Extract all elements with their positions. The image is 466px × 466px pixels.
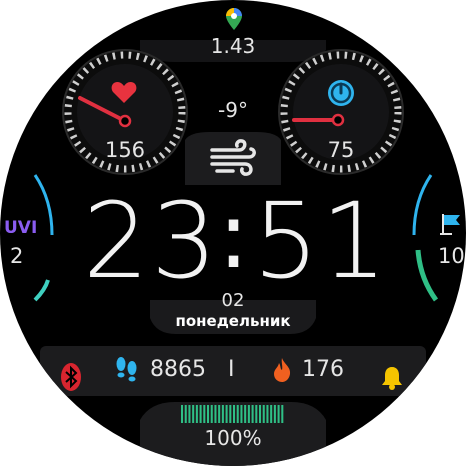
battery-segment — [181, 405, 184, 423]
right-arc-cyan — [412, 174, 433, 236]
bluetooth-icon[interactable] — [60, 362, 82, 392]
battery-segment — [203, 405, 206, 423]
battery-segment — [281, 405, 284, 423]
heart-icon — [111, 80, 137, 104]
date-weekday: понедельник — [175, 312, 291, 330]
battery-segment — [255, 405, 258, 423]
stress-icon — [326, 78, 356, 108]
battery-segment — [207, 405, 210, 423]
battery-segment — [244, 405, 247, 423]
right-complication-value: 10 — [438, 244, 465, 268]
battery-segment — [270, 405, 273, 423]
right-arc-green — [415, 249, 439, 302]
battery-segment — [240, 405, 243, 423]
flag-icon — [440, 212, 462, 236]
battery-segment — [195, 405, 198, 423]
watch-face: 1.43 156 -9° 75 UVI 2 10 23: 51 02 поне… — [0, 0, 466, 466]
battery-segment — [214, 405, 217, 423]
battery-segment — [259, 405, 262, 423]
battery-segment — [236, 405, 239, 423]
distance-value: 1.43 — [210, 34, 256, 58]
battery-segment — [266, 405, 269, 423]
battery-segment — [188, 405, 191, 423]
calories-value: 176 — [302, 357, 344, 382]
left-arc-cyan — [33, 174, 54, 236]
date-day: 02 — [221, 290, 245, 311]
time-separator: : — [218, 182, 249, 289]
map-pin-icon[interactable] — [226, 8, 242, 30]
steps-value: 8865 — [150, 357, 206, 382]
heart-rate-value: 156 — [104, 138, 146, 162]
uvi-value: 2 — [10, 244, 24, 268]
battery-segment — [273, 405, 276, 423]
stress-value: 75 — [327, 138, 355, 162]
temperature-value: -9° — [218, 98, 248, 122]
uvi-label: UVI — [4, 218, 38, 238]
battery-segment — [221, 405, 224, 423]
flame-icon — [272, 357, 292, 383]
battery-segment — [199, 405, 202, 423]
wind-icon — [209, 138, 257, 178]
time-hours: 23 — [82, 180, 220, 302]
battery-segment — [192, 405, 195, 423]
battery-segment — [225, 405, 228, 423]
battery-value: 100% — [204, 426, 262, 450]
battery-segment — [262, 405, 265, 423]
left-arc-teal — [33, 279, 50, 302]
battery-segment — [210, 405, 213, 423]
battery-segment — [218, 405, 221, 423]
battery-segment — [233, 405, 236, 423]
battery-segment — [184, 405, 187, 423]
footsteps-icon — [111, 355, 141, 385]
battery-segment — [251, 405, 254, 423]
bar-separator: I — [228, 357, 235, 382]
battery-segment — [247, 405, 250, 423]
time-minutes: 51 — [252, 180, 390, 302]
battery-segment — [277, 405, 280, 423]
battery-segment — [229, 405, 232, 423]
bell-icon[interactable] — [380, 365, 404, 391]
